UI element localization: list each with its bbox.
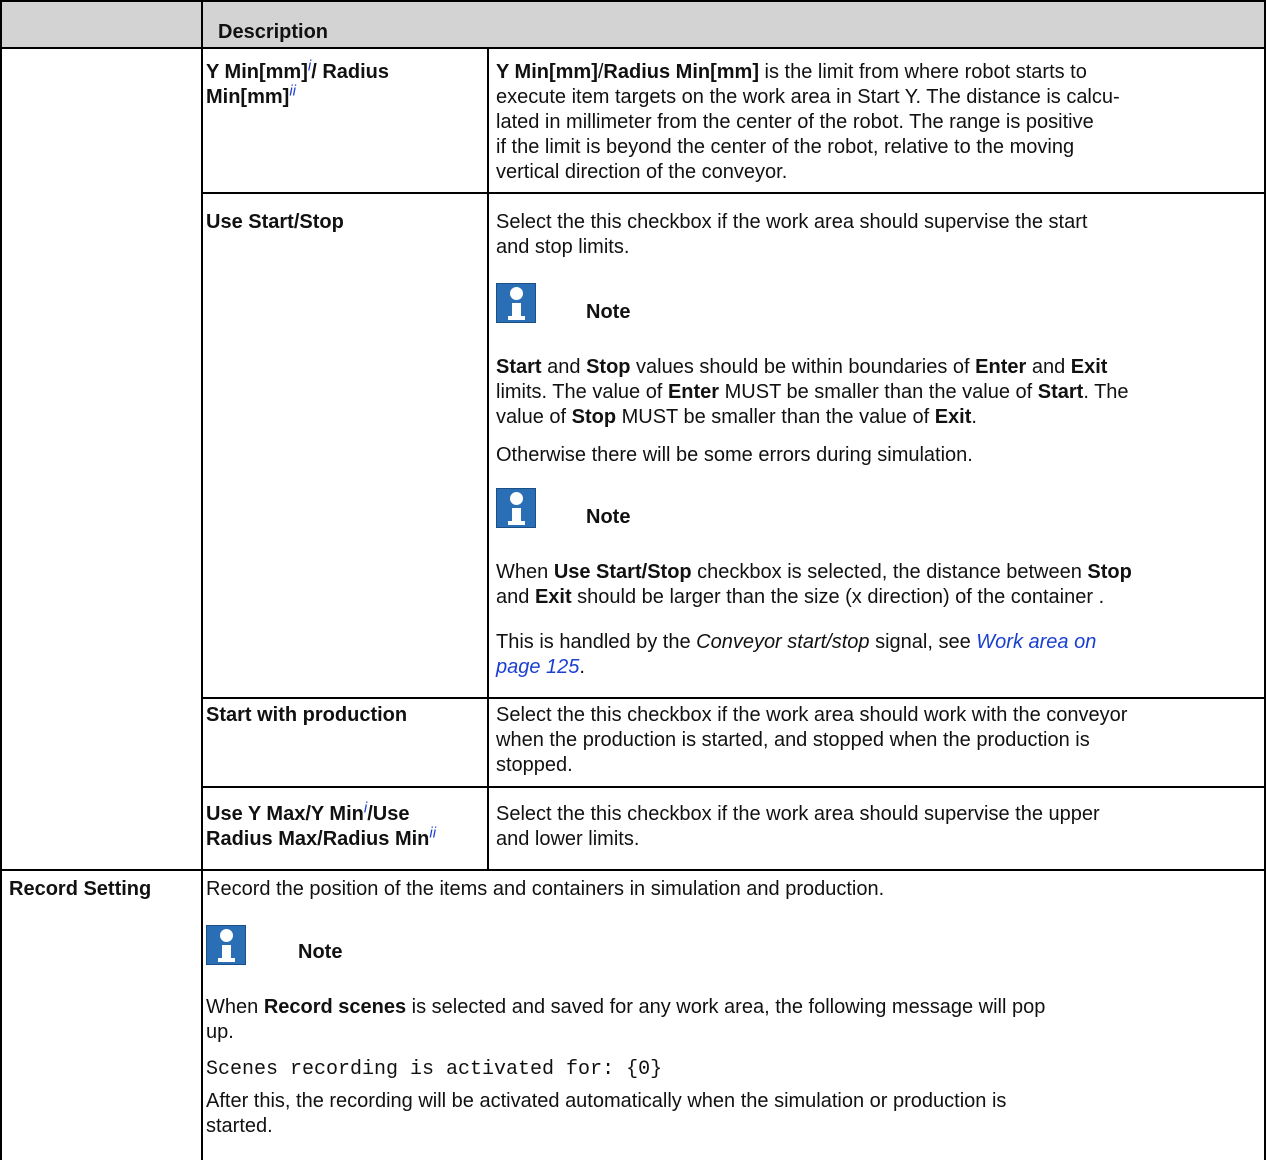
note2-line1: When Use Start/Stop checkbox is selected… [496, 561, 1132, 583]
info-icon [496, 488, 536, 528]
header-divider [0, 47, 1266, 49]
document-page: Description Y Min[mm]i/ Radius Min[mm]ii… [0, 0, 1266, 1160]
column-divider-1 [201, 0, 203, 1160]
row-record-setting-name: Record Setting [9, 878, 152, 900]
row-divider-1 [201, 192, 1266, 194]
row-start-with-production-desc-line2: when the production is started, and stop… [496, 729, 1090, 751]
record-note-line2: up. [206, 1021, 234, 1043]
note1-line4: Otherwise there will be some errors duri… [496, 444, 973, 466]
column-divider-2 [487, 48, 489, 870]
row-use-start-stop-name: Use Start/Stop [206, 211, 344, 233]
info-icon [496, 283, 536, 323]
note2-line2: and Exit should be larger than the size … [496, 586, 1105, 608]
row-use-ymax-desc-line2: and lower limits. [496, 828, 640, 850]
row-ymin-name-line1: Y Min[mm]i/ Radius [206, 57, 389, 83]
note1-line1: Start and Stop values should be within b… [496, 356, 1108, 378]
footnote-ref-ii[interactable]: ii [289, 82, 296, 99]
note-label: Note [586, 506, 631, 528]
row-ymin-desc-line4: if the limit is beyond the center of the… [496, 136, 1075, 158]
work-area-link[interactable]: Work area on [976, 631, 1096, 653]
row-ymin-desc-line1: Y Min[mm]/Radius Min[mm] is the limit fr… [496, 61, 1087, 83]
row-use-ymax-name-line1: Use Y Max/Y Mini/Use [206, 799, 410, 825]
note-label: Note [586, 301, 631, 323]
row-start-with-production-name: Start with production [206, 704, 408, 726]
note-label: Note [298, 941, 343, 963]
row-divider-4 [0, 869, 1266, 871]
footnote-ref-ii[interactable]: ii [429, 824, 436, 841]
record-note-line1: When Record scenes is selected and saved… [206, 996, 1046, 1018]
row-use-ymax-desc-line1: Select the this checkbox if the work are… [496, 803, 1100, 825]
header-description: Description [218, 21, 329, 43]
note2-line3: This is handled by the Conveyor start/st… [496, 631, 1097, 653]
row-divider-2 [201, 697, 1266, 699]
note1-line3: value of Stop MUST be smaller than the v… [496, 406, 977, 428]
record-code-message: Scenes recording is activated for: {0} [206, 1058, 663, 1081]
info-icon [206, 925, 246, 965]
record-intro: Record the position of the items and con… [206, 878, 885, 900]
row-divider-3 [201, 786, 1266, 788]
note1-line2: limits. The value of Enter MUST be small… [496, 381, 1129, 403]
table-border-top [0, 0, 1266, 2]
row-start-with-production-desc-line1: Select the this checkbox if the work are… [496, 704, 1128, 726]
work-area-link-page[interactable]: page 125 [496, 656, 579, 678]
row-ymin-desc-line3: lated in millimeter from the center of t… [496, 111, 1094, 133]
note2-line4: page 125. [496, 656, 585, 678]
record-after-line2: started. [206, 1115, 273, 1137]
record-after-line1: After this, the recording will be activa… [206, 1090, 1007, 1112]
row-ymin-desc-line2: execute item targets on the work area in… [496, 86, 1120, 108]
row-use-ymax-name-line2: Radius Max/Radius Minii [206, 824, 437, 850]
row-ymin-desc-line5: vertical direction of the conveyor. [496, 161, 788, 183]
row-ymin-name-line2: Min[mm]ii [206, 82, 296, 108]
row-start-with-production-desc-line3: stopped. [496, 754, 573, 776]
row-use-start-stop-desc-line2: and stop limits. [496, 236, 630, 258]
table-header [0, 0, 1266, 48]
row-use-start-stop-desc-line1: Select the this checkbox if the work are… [496, 211, 1088, 233]
table-border-left [0, 0, 2, 1160]
